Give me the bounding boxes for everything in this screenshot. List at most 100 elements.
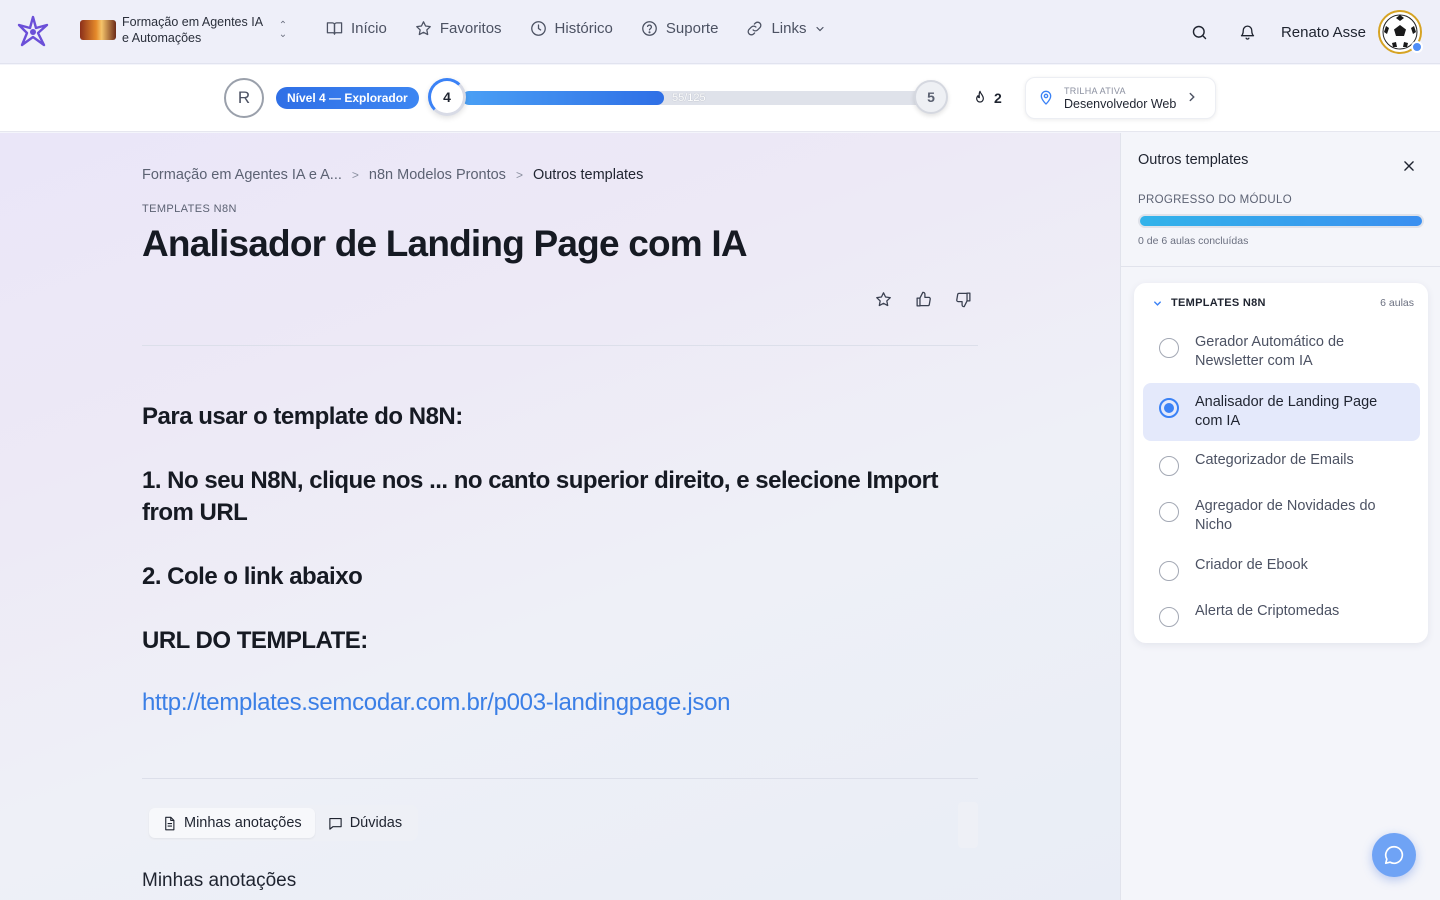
lesson-item[interactable]: Agregador de Novidades do Nicho <box>1143 487 1420 545</box>
app-logo-icon[interactable] <box>16 15 50 49</box>
lesson-tabs: Minhas anotações Dúvidas <box>146 805 419 841</box>
sidebar-title: Outros templates <box>1138 152 1249 168</box>
nav-suporte[interactable]: Suporte <box>641 20 719 37</box>
module-progress-label: PROGRESSO DO MÓDULO <box>1138 194 1292 206</box>
favorite-star-icon[interactable] <box>872 288 894 310</box>
star-icon <box>415 21 431 36</box>
bell-icon[interactable] <box>1237 21 1259 43</box>
top-navbar: Formação em Agentes IA e Automações ⌃ ⌄ I… <box>0 0 1440 64</box>
lesson-status-radio <box>1159 338 1179 358</box>
section-header-left: TEMPLATES N8N <box>1152 297 1266 309</box>
course-switcher[interactable]: Formação em Agentes IA e Automações ⌃ ⌄ <box>80 14 290 46</box>
lesson-item[interactable]: Categorizador de Emails <box>1143 441 1420 486</box>
section-header[interactable]: TEMPLATES N8N 6 aulas <box>1152 297 1414 309</box>
lesson-item-active[interactable]: Analisador de Landing Page com IA <box>1143 383 1420 441</box>
breadcrumb: Formação em Agentes IA e A... > n8n Mode… <box>142 167 643 183</box>
page-title: Analisador de Landing Page com IA <box>142 223 748 264</box>
nav-inicio-label: Início <box>351 20 387 37</box>
tab-questions[interactable]: Dúvidas <box>315 808 415 838</box>
chevron-right-icon <box>1189 92 1195 102</box>
xp-text: 55/125 <box>672 92 706 104</box>
lesson-content: Para usar o template do N8N: 1. No seu N… <box>142 401 978 717</box>
divider <box>142 778 978 779</box>
divider <box>142 345 978 346</box>
online-status-dot <box>1411 41 1423 53</box>
lesson-item[interactable]: Criador de Ebook <box>1143 546 1420 591</box>
module-progress-count: 0 de 6 aulas concluídas <box>1138 235 1249 247</box>
chevron-down-icon <box>1154 300 1161 306</box>
lessons-sidebar: Outros templates PROGRESSO DO MÓDULO 0 d… <box>1120 133 1440 900</box>
section-lesson-count: 6 aulas <box>1380 297 1414 309</box>
template-url-link[interactable]: http://templates.semcodar.com.br/p003-la… <box>142 689 730 716</box>
tab-questions-label: Dúvidas <box>349 815 403 831</box>
notes-section-title: Minhas anotações <box>142 870 297 891</box>
lesson-item-label: Agregador de Novidades do Nicho <box>1195 498 1376 533</box>
message-square-icon <box>329 817 342 830</box>
tab-notes-label: Minhas anotações <box>184 815 302 831</box>
header-actions: Renato Asse <box>1189 10 1423 54</box>
content-step-1: 1. No seu N8N, clique nos ... no canto s… <box>142 467 939 526</box>
nav-historico-label: Histórico <box>554 20 613 37</box>
streak-value: 2 <box>994 90 1002 106</box>
streak-counter[interactable]: 2 <box>962 83 1012 113</box>
lesson-kicker: TEMPLATES N8N <box>142 203 237 215</box>
chat-bubble-icon <box>1384 845 1404 865</box>
breadcrumb-module[interactable]: n8n Modelos Prontos <box>369 167 506 183</box>
chevron-right-icon: > <box>515 168 523 182</box>
link-icon <box>748 21 762 36</box>
user-name[interactable]: Renato Asse <box>1281 24 1366 41</box>
lesson-main: Formação em Agentes IA e A... > n8n Mode… <box>0 133 1120 900</box>
active-track-selector[interactable]: TRILHA ATIVA Desenvolvedor Web <box>1025 77 1216 119</box>
module-progress-track <box>1138 214 1424 228</box>
content-heading: Para usar o template do N8N: <box>142 403 463 430</box>
next-level-indicator: 5 <box>914 80 948 114</box>
active-track-name: Desenvolvedor Web <box>1064 96 1177 111</box>
lesson-status-radio <box>1159 502 1179 522</box>
section-title: TEMPLATES N8N <box>1171 297 1266 309</box>
tab-notes[interactable]: Minhas anotações <box>149 808 315 838</box>
current-level-indicator: 4 <box>428 78 466 116</box>
clock-icon <box>530 21 546 36</box>
lesson-actions <box>872 288 974 310</box>
sidebar-header: Outros templates PROGRESSO DO MÓDULO 0 d… <box>1121 133 1440 267</box>
nav-suporte-label: Suporte <box>665 20 719 37</box>
lesson-item-label: Categorizador de Emails <box>1195 452 1354 468</box>
nav-links[interactable]: Links <box>746 20 826 37</box>
main-nav: Início Favoritos Histórico Suporte Links <box>326 20 826 37</box>
course-thumbnail <box>80 20 116 40</box>
level-avatar[interactable]: R <box>224 78 264 118</box>
book-open-icon <box>326 22 343 35</box>
lesson-list-card: TEMPLATES N8N 6 aulas Gerador Automático… <box>1134 283 1428 643</box>
lesson-status-radio <box>1159 607 1179 627</box>
tabs-scroll-edge <box>958 802 978 848</box>
breadcrumb-course[interactable]: Formação em Agentes IA e A... <box>142 167 342 183</box>
chat-button[interactable] <box>1372 833 1416 877</box>
level-progress-bar: R Nível 4 — Explorador 4 55/125 5 2 TRIL… <box>0 65 1440 132</box>
map-pin-icon <box>1040 90 1052 105</box>
nav-inicio[interactable]: Início <box>326 20 387 37</box>
chevron-right-icon: > <box>351 168 359 182</box>
lesson-status-radio <box>1159 561 1179 581</box>
thumbs-up-icon[interactable] <box>912 288 934 310</box>
chevron-updown-icon: ⌃ ⌄ <box>278 20 288 40</box>
lesson-item-label: Gerador Automático de Newsletter com IA <box>1195 334 1345 369</box>
lesson-item[interactable]: Gerador Automático de Newsletter com IA <box>1143 323 1420 381</box>
active-track-label: TRILHA ATIVA <box>1064 85 1126 96</box>
nav-favoritos-label: Favoritos <box>439 20 502 37</box>
chevron-down-icon <box>816 26 825 31</box>
search-icon[interactable] <box>1189 21 1211 43</box>
nav-historico[interactable]: Histórico <box>530 20 613 37</box>
nav-favoritos[interactable]: Favoritos <box>415 20 502 37</box>
lesson-item-label: Criador de Ebook <box>1195 557 1308 573</box>
thumbs-down-icon[interactable] <box>952 288 974 310</box>
content-step-2: 2. Cole o link abaixo <box>142 563 363 590</box>
content-url-label: URL DO TEMPLATE: <box>142 627 368 654</box>
nav-links-label: Links <box>771 20 807 37</box>
lesson-status-radio <box>1159 456 1179 476</box>
lesson-item[interactable]: Alerta de Criptomedas <box>1143 592 1420 637</box>
help-circle-icon <box>642 21 657 36</box>
breadcrumb-current: Outros templates <box>532 167 644 183</box>
user-avatar[interactable] <box>1378 10 1423 54</box>
course-title: Formação em Agentes IA e Automações <box>122 15 263 45</box>
close-icon[interactable] <box>1398 155 1420 177</box>
